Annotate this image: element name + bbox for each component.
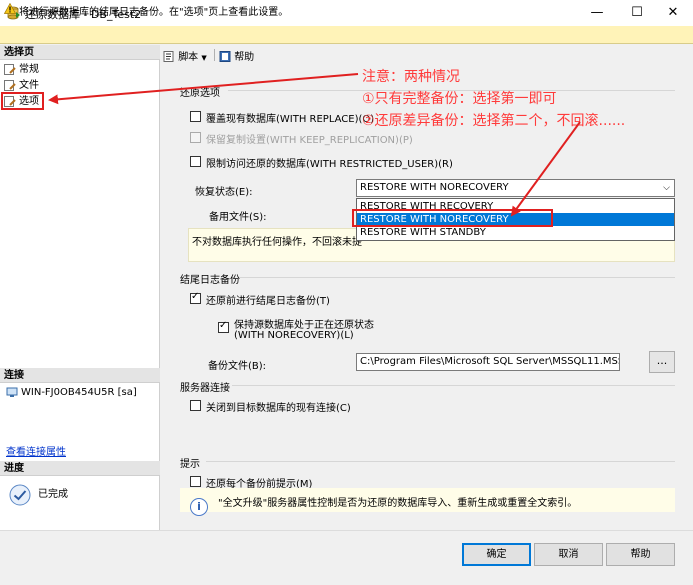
server-icon: [6, 387, 18, 397]
minimize-button[interactable]: —: [577, 0, 617, 26]
close-connections-checkbox[interactable]: [190, 400, 201, 411]
server-name: WIN-FJ0OB454U5R [sa]: [21, 387, 137, 398]
server-connection: WIN-FJ0OB454U5R [sa]: [5, 385, 160, 400]
leave-norecovery-label-line2: (WITH NORECOVERY)(L): [234, 330, 354, 341]
progress-status: 已完成: [38, 489, 68, 500]
close-button[interactable]: ✕: [653, 0, 693, 26]
leave-norecovery-label-line1: 保持源数据库处于正在还原状态: [234, 320, 374, 331]
script-icon: [163, 51, 174, 62]
restricted-user-checkbox[interactable]: [190, 156, 201, 167]
chevron-down-icon: ⌵: [663, 183, 670, 193]
annotation-title: 注意：两种情况: [362, 69, 460, 85]
check-circle-icon: [9, 484, 31, 506]
annotation-case-1: ①只有完整备份：选择第一即可: [362, 91, 557, 107]
script-label: 脚本: [178, 52, 199, 63]
info-icon: i: [190, 498, 208, 516]
help-toolbar-button[interactable]: 帮助: [219, 48, 254, 63]
page-item-general-label: 常规: [19, 64, 39, 75]
maximize-button[interactable]: ☐: [617, 0, 657, 26]
annotation-case-2: ②还原差异备份：选择第二个，不回滚......: [362, 113, 626, 129]
replace-label: 覆盖现有数据库(WITH REPLACE)(O): [206, 114, 375, 125]
warning-text: 将进行源数据库的结尾日志备份。在"选项"页上查看此设置。: [19, 7, 289, 18]
option-restore-with-standby[interactable]: RESTORE WITH STANDBY: [357, 226, 674, 239]
backup-file-label: 备份文件(B):: [208, 361, 267, 372]
help-button[interactable]: 帮助: [606, 543, 675, 566]
restore-options-header: 还原选项: [180, 88, 220, 99]
annotation-highlight-options: [1, 92, 44, 110]
prompt-header: 提示: [180, 459, 200, 470]
warning-bar: [0, 26, 693, 44]
view-connection-properties-link[interactable]: 查看连接属性: [6, 443, 66, 458]
take-tail-log-label: 还原前进行结尾日志备份(T): [206, 296, 330, 307]
warning-icon: [4, 3, 16, 14]
help-toolbar-label: 帮助: [234, 52, 255, 63]
group-divider: [240, 277, 675, 278]
browse-button[interactable]: ...: [649, 351, 675, 373]
select-page-header: 选择页: [0, 45, 160, 60]
connection-header: 连接: [0, 368, 160, 383]
annotation-highlight-norecovery: [352, 209, 553, 227]
prompt-each-checkbox[interactable]: [190, 476, 201, 487]
recovery-state-label: 恢复状态(E):: [195, 187, 253, 198]
recovery-state-select[interactable]: RESTORE WITH NORECOVERY ⌵: [356, 179, 675, 197]
replace-checkbox[interactable]: [190, 111, 201, 122]
close-connections-label: 关闭到目标数据库的现有连接(C): [206, 403, 351, 414]
group-divider: [232, 385, 675, 386]
page-item-general[interactable]: 常规: [3, 62, 153, 77]
progress-header: 进度: [0, 461, 160, 476]
recovery-description-text: 不对数据库执行任何操作，不回滚未提: [192, 237, 362, 248]
script-button[interactable]: 脚本 ▼: [163, 48, 207, 63]
recovery-state-value: RESTORE WITH NORECOVERY: [360, 182, 509, 193]
info-text: "全文升级"服务器属性控制是否为还原的数据库导入、重新生成或重置全文索引。: [218, 498, 578, 509]
keep-replication-checkbox[interactable]: [190, 132, 201, 143]
standby-file-label: 备用文件(S):: [209, 212, 267, 223]
keep-replication-label: 保留复制设置(WITH KEEP_REPLICATION)(P): [206, 135, 413, 146]
help-book-icon: [219, 51, 231, 62]
page-wrench-icon: [4, 80, 16, 91]
page-item-files[interactable]: 文件: [3, 78, 153, 93]
restricted-user-label: 限制访问还原的数据库(WITH RESTRICTED_USER)(R): [206, 159, 453, 170]
toolbar-separator: [214, 49, 215, 61]
leave-norecovery-checkbox[interactable]: [218, 320, 229, 333]
group-divider: [206, 461, 675, 462]
backup-file-input[interactable]: C:\Program Files\Microsoft SQL Server\MS…: [356, 353, 620, 371]
ok-button[interactable]: 确定: [462, 543, 531, 566]
page-item-files-label: 文件: [19, 80, 39, 91]
cancel-button[interactable]: 取消: [534, 543, 603, 566]
server-connections-header: 服务器连接: [180, 383, 230, 394]
take-tail-log-checkbox[interactable]: [190, 291, 201, 304]
chevron-down-icon: ▼: [201, 54, 207, 62]
tail-log-header: 结尾日志备份: [180, 275, 240, 286]
page-wrench-icon: [4, 64, 16, 75]
